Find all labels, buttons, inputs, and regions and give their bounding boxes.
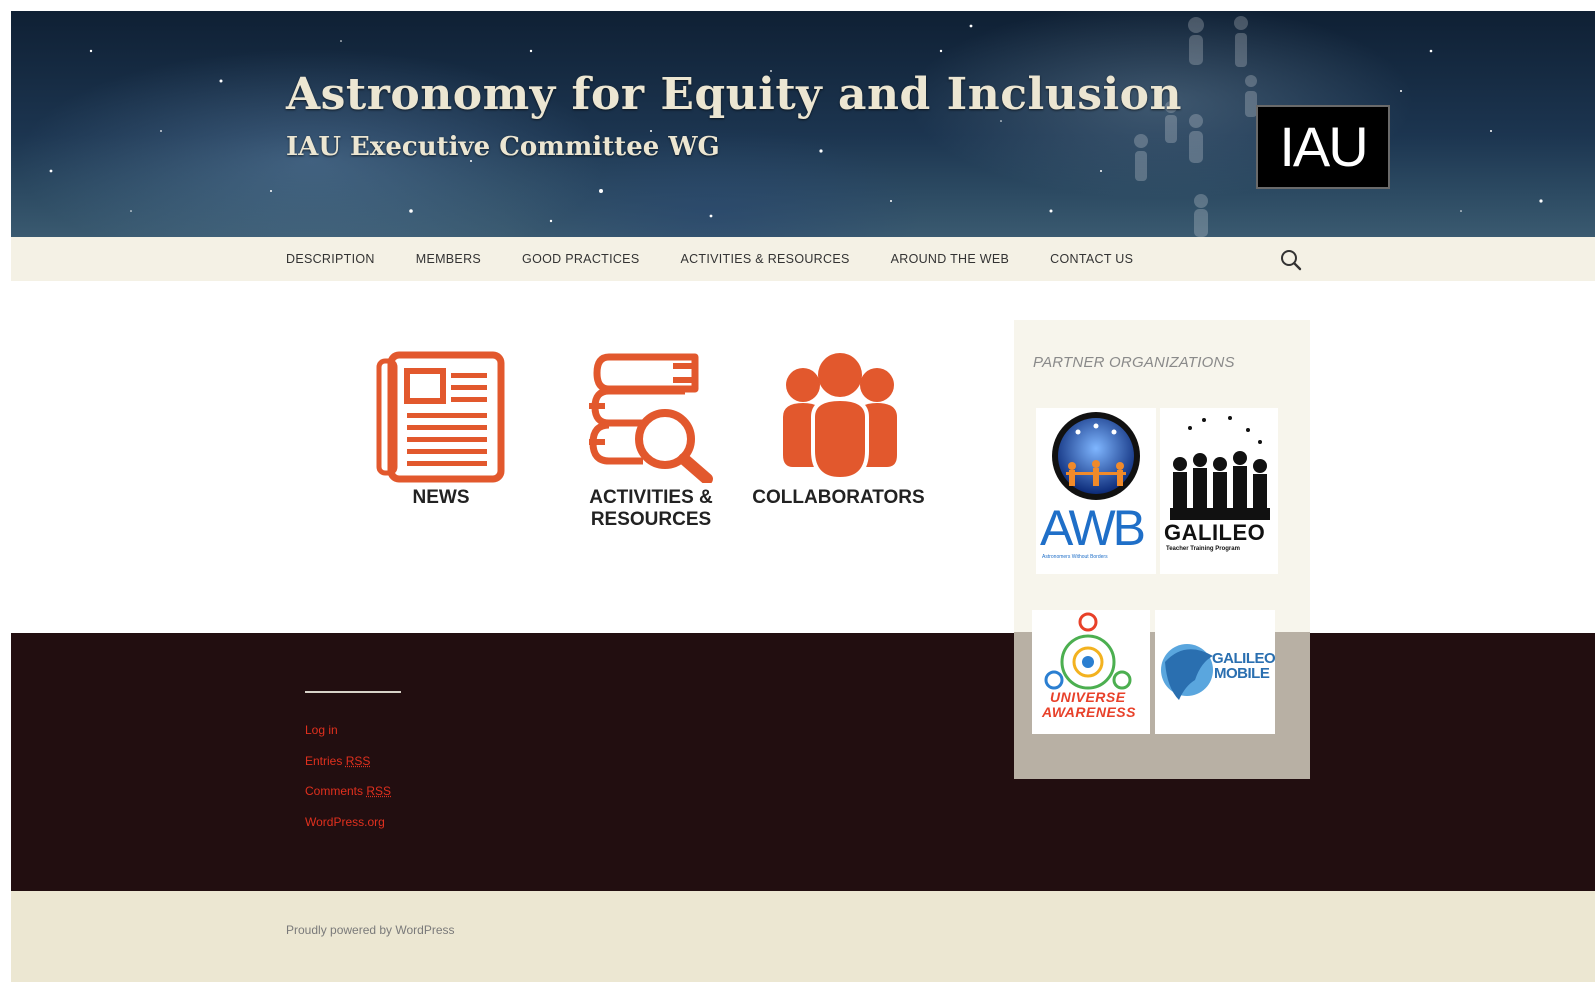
nav-item-contact-us[interactable]: CONTACT US xyxy=(1050,252,1133,266)
entries-rss-text: Entries xyxy=(305,753,346,768)
activities-resources-label: ACTIVITIES & RESOURCES xyxy=(566,487,736,531)
site-footer: Proudly powered by WordPress xyxy=(11,891,1595,982)
sidebar-heading: PARTNER ORGANIZATIONS xyxy=(1033,354,1235,371)
comments-rss-text: Comments xyxy=(305,784,367,798)
books-magnifier-icon xyxy=(589,353,713,483)
awb-name: AWB xyxy=(1040,500,1146,556)
comments-rss-link[interactable]: Comments RSS xyxy=(305,776,391,807)
activities-resources-link[interactable]: ACTIVITIES & RESOURCES xyxy=(566,351,736,531)
footer-widgets: Log in Entries RSS Comments RSS WordPres… xyxy=(11,633,1595,891)
nav-item-description[interactable]: DESCRIPTION xyxy=(286,252,375,266)
collaborators-label: COLLABORATORS xyxy=(752,487,925,508)
page: Astronomy for Equity and Inclusion IAU E… xyxy=(11,11,1595,982)
site-title[interactable]: Astronomy for Equity and Inclusion xyxy=(286,69,1182,120)
activities-resources-label-line2: RESOURCES xyxy=(590,509,712,530)
comments-rss-abbr: RSS xyxy=(366,784,392,798)
people-group-icon xyxy=(782,353,897,482)
galileo-teacher-name: GALILEO xyxy=(1164,520,1266,545)
galileo-mobile-line2: MOBILE xyxy=(1214,665,1270,682)
nav-item-members[interactable]: MEMBERS xyxy=(416,252,481,266)
iau-logo[interactable]: IAU xyxy=(1256,105,1390,189)
site-description: IAU Executive Committee WG xyxy=(286,132,720,162)
nav-item-activities-resources[interactable]: ACTIVITIES & RESOURCES xyxy=(680,252,849,266)
sidebar-partner-organizations: PARTNER ORGANIZATIONS AWB Astronomers Wi… xyxy=(1014,320,1310,779)
galileo-teacher-subtitle: Teacher Training Program xyxy=(1166,546,1240,552)
main-menu: DESCRIPTION MEMBERS GOOD PRACTICES ACTIV… xyxy=(286,237,1174,281)
search-icon[interactable] xyxy=(1279,248,1303,272)
entries-rss-link[interactable]: Entries RSS xyxy=(305,746,391,777)
meta-links: Log in Entries RSS Comments RSS WordPres… xyxy=(305,715,391,837)
entries-rss-abbr: RSS xyxy=(345,753,371,768)
news-label: NEWS xyxy=(412,487,470,508)
newspaper-icon xyxy=(376,351,505,483)
activities-resources-label-line1: ACTIVITIES & xyxy=(589,487,713,508)
collaborators-link[interactable]: COLLABORATORS xyxy=(746,351,931,509)
log-in-link[interactable]: Log in xyxy=(305,715,391,746)
wordpress-org-link[interactable]: WordPress.org xyxy=(305,807,391,838)
nav-item-around-the-web[interactable]: AROUND THE WEB xyxy=(891,252,1010,266)
powered-by-link[interactable]: Proudly powered by WordPress xyxy=(286,923,455,937)
site-header: Astronomy for Equity and Inclusion IAU E… xyxy=(11,11,1595,237)
feature-links: NEWS ACTIVITIES & RESOURCES COLLABORATOR… xyxy=(366,351,926,551)
awb-subtitle: Astronomers Without Borders xyxy=(1042,554,1108,560)
universe-awareness-line1: UNIVERSE xyxy=(1050,689,1126,705)
universe-awareness-line2: AWARENESS xyxy=(1042,704,1136,720)
navigation-bar: DESCRIPTION MEMBERS GOOD PRACTICES ACTIV… xyxy=(11,237,1595,281)
news-link[interactable]: NEWS xyxy=(366,351,516,509)
nav-item-good-practices[interactable]: GOOD PRACTICES xyxy=(522,252,639,266)
meta-divider xyxy=(305,691,401,693)
